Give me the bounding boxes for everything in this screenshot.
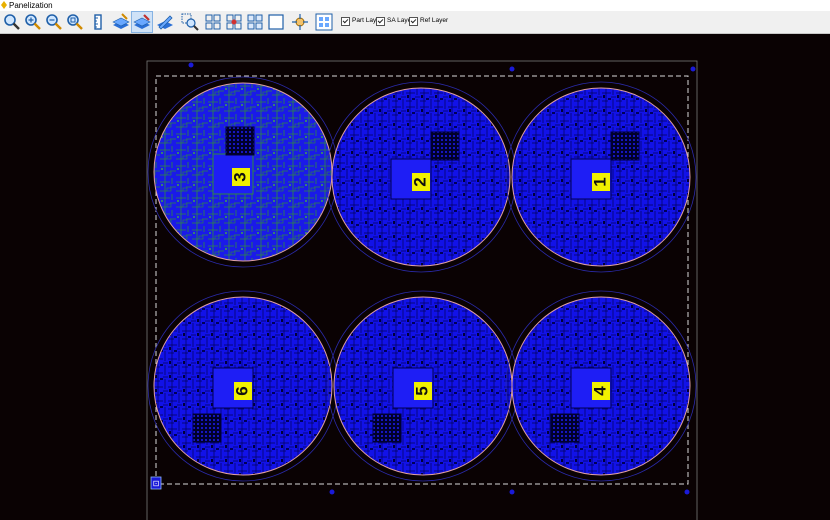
board-bga [225, 126, 255, 156]
grid-button[interactable] [245, 12, 265, 32]
ruler-icon [94, 14, 102, 30]
grid-zoom-icon [205, 14, 221, 30]
panel-icon [315, 13, 333, 31]
frame-icon [268, 14, 284, 30]
board-2[interactable]: 2 [325, 81, 517, 273]
frame-button[interactable] [266, 12, 286, 32]
board-label: 4 [590, 386, 609, 396]
board-bga [372, 413, 402, 443]
board-6[interactable]: 6 [147, 290, 339, 482]
fiducial [690, 66, 696, 72]
panel-view[interactable]: 3 2 1 6 5 4 ⊡ [0, 34, 830, 520]
board-3[interactable]: 3 [147, 76, 339, 268]
grid-center-button[interactable] [224, 12, 244, 32]
board-label: 6 [232, 386, 251, 395]
target-button[interactable] [290, 12, 310, 32]
ruler-button[interactable] [88, 12, 108, 32]
checkbox-checked-icon[interactable] [409, 17, 418, 26]
grid-center-icon [226, 14, 242, 30]
board-label: 2 [410, 177, 429, 186]
board-label: 3 [230, 172, 249, 181]
panel-canvas[interactable]: 3 2 1 6 5 4 ⊡ [0, 34, 830, 520]
zoom-button[interactable] [2, 12, 22, 32]
zoom-in-icon [25, 14, 41, 30]
board-bga [430, 131, 460, 161]
title-bar: Panelization [0, 0, 830, 11]
checkbox-checked-icon[interactable] [376, 17, 385, 26]
zoom-area-icon [181, 13, 199, 31]
origin-marker-label: ⊡ [153, 479, 160, 488]
zoom-out-button[interactable] [44, 12, 64, 32]
layer-edit-button[interactable] [131, 11, 153, 33]
grid-icon [247, 14, 263, 30]
zoom-area-button[interactable] [180, 12, 200, 32]
board-4[interactable]: 4 [505, 290, 697, 482]
board-5[interactable]: 5 [327, 290, 519, 482]
checkbox-checked-icon[interactable] [341, 17, 350, 26]
board-1[interactable]: 1 [505, 81, 697, 273]
zoom-icon [4, 14, 20, 30]
zoom-out-icon [46, 14, 62, 30]
fiducial [509, 66, 515, 72]
layer-select-button[interactable] [111, 12, 131, 32]
fiducial [188, 62, 194, 68]
zoom-fit-button[interactable] [65, 12, 85, 32]
toolbar: Part Layer SA Layer Ref Layer [0, 11, 830, 34]
layer-edit-icon [133, 14, 151, 29]
app-icon [1, 1, 7, 9]
zoom-in-button[interactable] [23, 12, 43, 32]
zoom-fit-icon [67, 14, 83, 30]
window-title: Panelization [9, 1, 53, 10]
board-bga [550, 413, 580, 443]
grid-zoom-button[interactable] [203, 12, 223, 32]
fiducial [509, 489, 515, 495]
board-label: 5 [412, 386, 431, 395]
board-bga [192, 413, 222, 443]
layer-select-icon [112, 13, 130, 29]
fiducial [684, 489, 690, 495]
layer-pen-button[interactable] [155, 12, 175, 32]
board-label: 1 [590, 177, 609, 186]
panel-button[interactable] [314, 12, 334, 32]
fiducial [329, 489, 335, 495]
board-bga [610, 131, 640, 161]
target-icon [292, 14, 308, 30]
origin-marker[interactable]: ⊡ [150, 476, 162, 490]
layer-pen-icon [157, 15, 173, 30]
